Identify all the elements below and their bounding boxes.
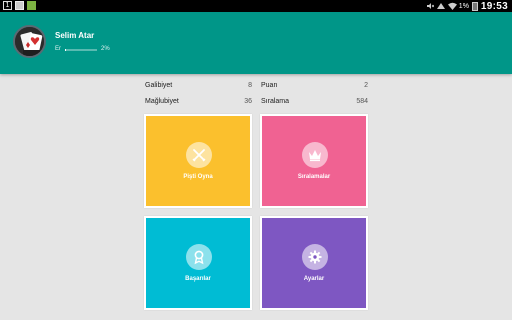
avatar[interactable] (13, 25, 46, 58)
crossed-swords-icon (186, 142, 212, 168)
settings-label: Ayarlar (303, 276, 325, 282)
level-progress-fill (65, 49, 66, 51)
losses-value: 36 (244, 98, 252, 105)
sync-icon (436, 2, 445, 10)
achievements-label: Başarılar (185, 276, 211, 282)
clock: 19:53 (480, 0, 508, 12)
battery-icon (471, 1, 478, 11)
wins-label: Galibiyet (145, 82, 173, 89)
wifi-icon (447, 2, 457, 10)
level-progress-bar (65, 49, 97, 51)
status-bar: 1 1% 19:53 (0, 0, 512, 12)
image-icon (15, 1, 24, 10)
battery-percent: 1% (458, 2, 469, 10)
system-icons: 1% 19:53 (426, 0, 508, 12)
achievements-tile[interactable]: Başarılar (144, 216, 252, 310)
rank-label: Sıralama (261, 98, 290, 105)
notification-badge-icon: 1 (3, 1, 12, 10)
mute-icon (426, 2, 435, 10)
leaderboards-tile[interactable]: Sıralamalar (260, 114, 368, 208)
crown-icon (302, 142, 328, 168)
play-pisti-label: Pişti Oyna (183, 174, 213, 180)
losses-label: Mağlubiyet (145, 98, 179, 105)
points-label: Puan (261, 82, 278, 89)
notification-icons: 1 (3, 1, 36, 10)
settings-tile[interactable]: Ayarlar (260, 216, 368, 310)
rank-value: 584 (356, 98, 368, 105)
gear-icon (302, 244, 328, 270)
level-progress-text: 2% (101, 46, 110, 52)
username: Selim Atar (55, 31, 95, 40)
rank-level-label: Er (55, 46, 61, 52)
medal-icon (186, 244, 212, 270)
profile-header: Selim Atar Er 2% (0, 12, 512, 74)
wins-value: 8 (248, 82, 252, 89)
play-pisti-tile[interactable]: Pişti Oyna (144, 114, 252, 208)
leaderboards-label: Sıralamalar (297, 174, 331, 180)
points-value: 2 (364, 82, 368, 89)
document-icon (27, 1, 36, 10)
